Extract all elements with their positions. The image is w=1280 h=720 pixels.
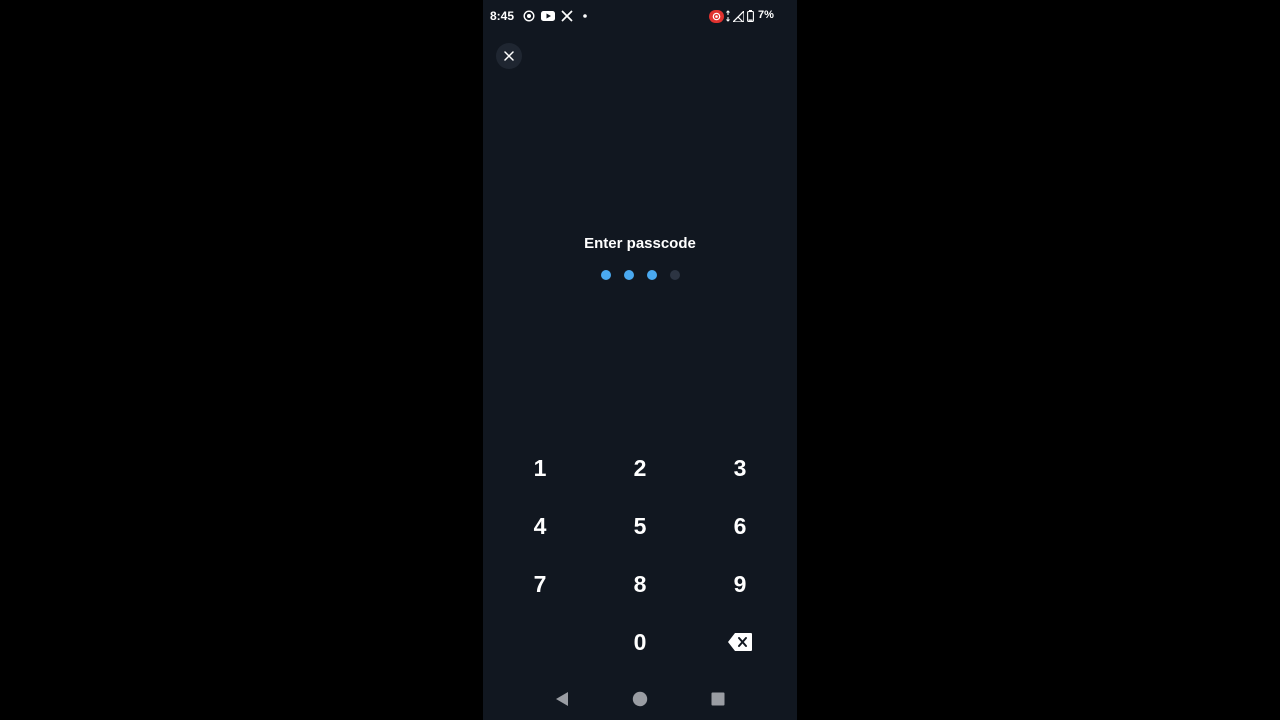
key-2[interactable]: 2 — [600, 443, 680, 493]
close-icon — [504, 51, 514, 61]
close-button[interactable] — [496, 43, 522, 69]
x-icon — [560, 9, 573, 23]
key-7[interactable]: 7 — [500, 559, 580, 609]
record-badge-icon — [708, 9, 724, 23]
key-6[interactable]: 6 — [700, 501, 780, 551]
key-9[interactable]: 9 — [700, 559, 780, 609]
data-arrows-icon — [725, 9, 731, 23]
passcode-dot-empty — [669, 270, 680, 280]
passcode-dot-filled — [600, 270, 611, 280]
screen-stage: 8:45 7% Enter passcode 1 2 3 4 5 6 7 8 9… — [0, 0, 1280, 720]
backspace-icon — [727, 632, 753, 652]
key-4[interactable]: 4 — [500, 501, 580, 551]
status-bar: 8:45 7% — [483, 0, 797, 32]
passcode-indicator — [483, 270, 797, 280]
signal-icon — [732, 9, 744, 23]
home-icon — [632, 691, 648, 707]
back-icon — [555, 691, 569, 707]
youtube-icon — [540, 9, 556, 23]
passcode-dot-filled — [646, 270, 657, 280]
home-button[interactable] — [625, 684, 655, 714]
recents-button[interactable] — [703, 684, 733, 714]
key-1[interactable]: 1 — [500, 443, 580, 493]
phone-screen: 8:45 7% Enter passcode 1 2 3 4 5 6 7 8 9… — [483, 0, 797, 720]
key-8[interactable]: 8 — [600, 559, 680, 609]
dot-icon — [582, 9, 588, 23]
status-time: 8:45 — [490, 9, 515, 23]
battery-icon — [746, 9, 755, 23]
screen-record-icon — [522, 9, 536, 23]
page-title: Enter passcode — [584, 235, 696, 252]
back-button[interactable] — [547, 684, 577, 714]
backspace-button[interactable] — [700, 617, 780, 667]
key-3[interactable]: 3 — [700, 443, 780, 493]
passcode-dot-filled — [623, 270, 634, 280]
key-0[interactable]: 0 — [600, 617, 680, 667]
recents-icon — [711, 692, 725, 706]
key-5[interactable]: 5 — [600, 501, 680, 551]
navigation-bar — [483, 684, 797, 714]
battery-percentage: 7% — [758, 9, 774, 21]
